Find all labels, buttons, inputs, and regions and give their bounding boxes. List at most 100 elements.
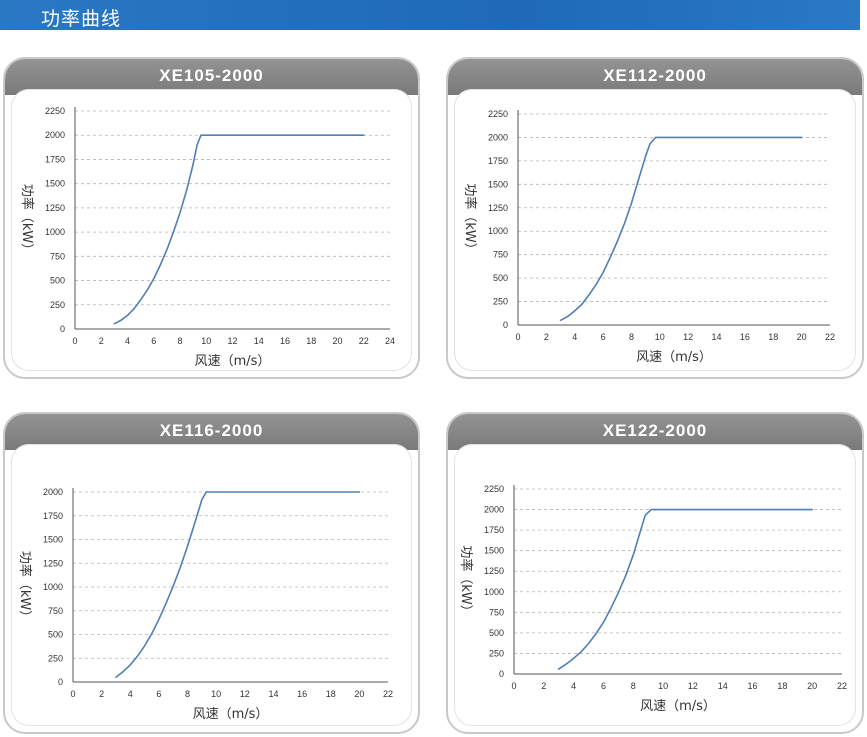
- x-axis-label: 风速（m/s）: [195, 354, 271, 369]
- x-tick-label: 16: [740, 332, 750, 342]
- y-tick-label: 0: [60, 324, 65, 334]
- y-tick-label: 0: [58, 677, 63, 687]
- y-tick-label: 1500: [484, 546, 504, 556]
- power-curve-line: [115, 491, 361, 679]
- x-tick-label: 2: [99, 689, 104, 699]
- x-axis-label: 风速（m/s）: [193, 707, 269, 722]
- x-tick-label: 8: [185, 689, 190, 699]
- x-tick-label: 6: [601, 681, 606, 691]
- x-tick-label: 16: [748, 681, 758, 691]
- x-tick-label: 18: [777, 681, 787, 691]
- x-tick-label: 18: [326, 689, 336, 699]
- x-tick-label: 18: [768, 332, 778, 342]
- y-tick-label: 1750: [43, 511, 63, 521]
- y-tick-label: 2250: [45, 106, 65, 116]
- y-tick-label: 1000: [484, 587, 504, 597]
- x-tick-label: 0: [515, 332, 520, 342]
- chart-panel-2: XE112-2000 0 250 500 750 1000 1250 1500 1750 200…: [446, 57, 864, 379]
- y-tick-label: 2000: [488, 132, 508, 142]
- y-tick-label: 250: [493, 297, 508, 307]
- y-tick-label: 1000: [45, 227, 65, 237]
- page-header: 功率曲线: [0, 0, 860, 30]
- y-tick-label: 500: [48, 630, 63, 640]
- chart-panel-4: XE122-2000 0 250 500 750 1000 1250 1500 1750 200…: [446, 412, 864, 734]
- y-axis-label: 功率（kW）: [17, 551, 33, 623]
- power-curve-chart-4: 0 250 500 750 1000 1250 1500 1750 2000 2250 0 2 4 6 8 1…: [458, 484, 847, 714]
- y-tick-label: 750: [48, 606, 63, 616]
- x-tick-label: 14: [718, 681, 728, 691]
- x-tick-label: 10: [655, 332, 665, 342]
- x-tick-label: 4: [571, 681, 576, 691]
- y-tick-label: 1250: [488, 203, 508, 213]
- y-tick-label: 250: [489, 648, 504, 658]
- y-tick-label: 1750: [484, 525, 504, 535]
- power-curve-chart-2: 0 250 500 750 1000 1250 1500 1750 2000 2250 0 2 4 6 8 1…: [462, 109, 835, 365]
- x-tick-label: 0: [70, 689, 75, 699]
- x-tick-label: 18: [306, 336, 316, 346]
- x-tick-label: 22: [825, 332, 835, 342]
- x-tick-label: 10: [201, 336, 211, 346]
- y-tick-label: 250: [48, 653, 63, 663]
- y-tick-label: 1500: [45, 179, 65, 189]
- x-tick-label: 0: [511, 681, 516, 691]
- y-axis-label: 功率（kW）: [19, 184, 35, 256]
- y-tick-label: 1250: [484, 566, 504, 576]
- x-tick-label: 8: [629, 332, 634, 342]
- x-tick-label: 12: [683, 332, 693, 342]
- power-curve-chart-3: 0 250 500 750 1000 1250 1500 1750 2000 0 2 4 6 8 10 12 1…: [17, 487, 393, 722]
- y-tick-label: 1500: [43, 535, 63, 545]
- x-tick-label: 2: [544, 332, 549, 342]
- x-tick-label: 12: [227, 336, 237, 346]
- x-tick-label: 22: [359, 336, 369, 346]
- y-tick-label: 1250: [45, 203, 65, 213]
- x-tick-label: 16: [297, 689, 307, 699]
- power-curve-line: [113, 134, 365, 325]
- y-tick-label: 2000: [484, 505, 504, 515]
- y-tick-label: 0: [499, 669, 504, 679]
- y-tick-label: 2000: [43, 487, 63, 497]
- y-tick-label: 1000: [43, 582, 63, 592]
- y-tick-label: 1750: [488, 156, 508, 166]
- x-axis-label: 风速（m/s）: [640, 699, 716, 714]
- y-tick-label: 500: [489, 628, 504, 638]
- x-tick-label: 10: [658, 681, 668, 691]
- power-curve-line: [559, 136, 803, 322]
- y-tick-label: 2250: [488, 109, 508, 119]
- x-tick-label: 14: [712, 332, 722, 342]
- x-tick-label: 8: [177, 336, 182, 346]
- y-tick-label: 750: [50, 251, 65, 261]
- x-tick-label: 2: [99, 336, 104, 346]
- x-tick-label: 24: [385, 336, 395, 346]
- x-tick-label: 16: [280, 336, 290, 346]
- x-tick-label: 20: [807, 681, 817, 691]
- x-tick-label: 12: [240, 689, 250, 699]
- x-tick-label: 12: [688, 681, 698, 691]
- x-tick-label: 10: [211, 689, 221, 699]
- x-tick-label: 14: [268, 689, 278, 699]
- y-tick-label: 750: [489, 607, 504, 617]
- x-tick-label: 6: [601, 332, 606, 342]
- x-tick-label: 6: [151, 336, 156, 346]
- x-tick-label: 14: [254, 336, 264, 346]
- chart-panel-1: XE105-2000 0 250 500 750 1000 1250 1500 1750 200…: [3, 57, 420, 379]
- x-tick-label: 22: [383, 689, 393, 699]
- y-tick-label: 750: [493, 250, 508, 260]
- x-tick-label: 4: [572, 332, 577, 342]
- x-tick-label: 4: [128, 689, 133, 699]
- x-tick-label: 20: [332, 336, 342, 346]
- x-tick-label: 20: [354, 689, 364, 699]
- x-axis-label: 风速（m/s）: [636, 350, 712, 365]
- page-title: 功率曲线: [41, 8, 122, 30]
- power-curve-chart-1: 02505007501000125015001750200022500 2 4 6 8 1…: [19, 106, 395, 369]
- y-tick-label: 1750: [45, 154, 65, 164]
- y-axis-label: 功率（kW）: [458, 545, 474, 617]
- y-tick-label: 0: [503, 320, 508, 330]
- x-tick-label: 6: [156, 689, 161, 699]
- y-tick-label: 1000: [488, 226, 508, 236]
- x-tick-label: 20: [797, 332, 807, 342]
- y-tick-label: 1500: [488, 179, 508, 189]
- x-tick-label: 0: [72, 336, 77, 346]
- y-tick-label: 1250: [43, 558, 63, 568]
- y-tick-label: 500: [493, 273, 508, 283]
- y-tick-label: 2000: [45, 130, 65, 140]
